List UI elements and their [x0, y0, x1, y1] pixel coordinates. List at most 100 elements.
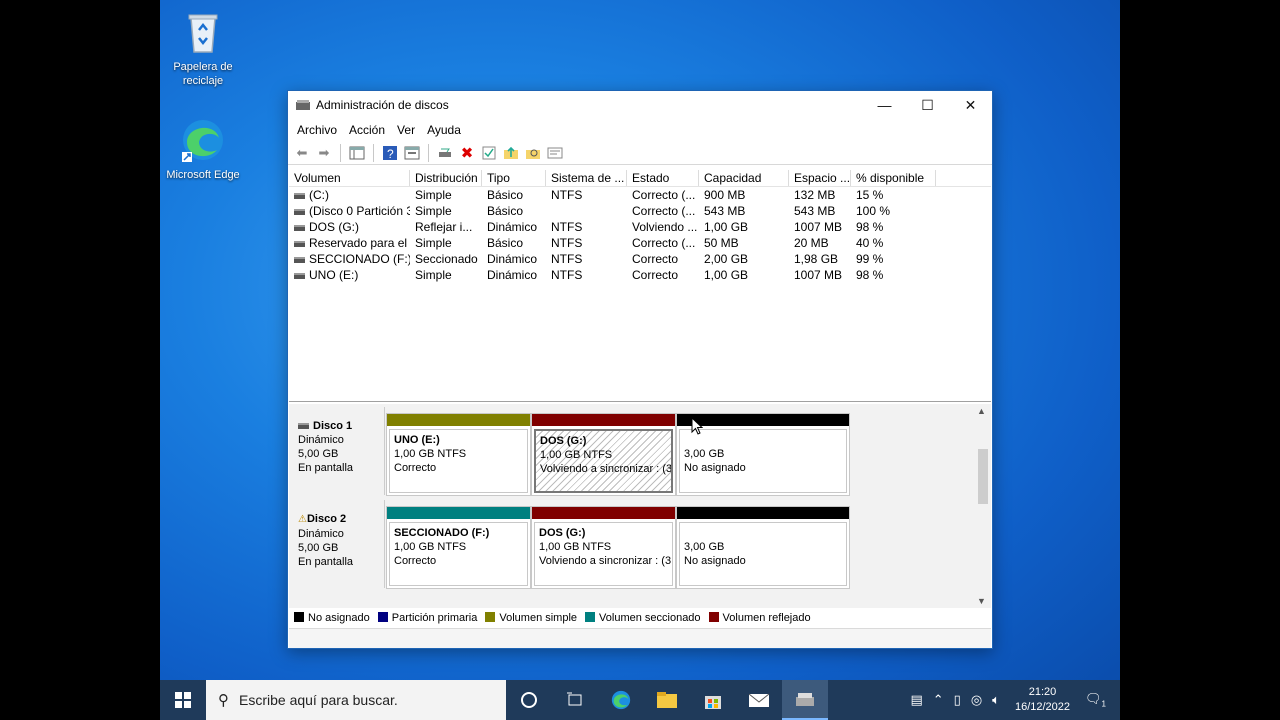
disk-2-label[interactable]: ⚠Disco 2 Dinámico 5,00 GB En pantalla — [289, 500, 385, 588]
task-view-button[interactable] — [552, 680, 598, 720]
menu-accion[interactable]: Acción — [343, 123, 391, 137]
col-disponible[interactable]: % disponible — [851, 170, 936, 186]
partition-dos-g-disk2[interactable]: DOS (G:) 1,00 GB NTFS Volviendo a sincroni… — [531, 506, 676, 589]
partition-seccionado-f[interactable]: SECCIONADO (F:) 1,00 GB NTFS Correcto — [386, 506, 531, 589]
scroll-down-icon[interactable]: ▼ — [977, 596, 986, 606]
task-view-icon — [567, 692, 582, 706]
menu-archivo[interactable]: Archivo — [291, 123, 343, 137]
warning-disk-icon: ⚠ — [298, 514, 307, 525]
legend-primary: Partición primaria — [377, 611, 477, 624]
col-sistema[interactable]: Sistema de ... — [546, 170, 627, 186]
col-tipo[interactable]: Tipo — [482, 170, 546, 186]
table-row[interactable]: UNO (E:) Simple Dinámico NTFS Correcto 1,00 … — [289, 267, 991, 283]
network-icon[interactable]: ◎ — [966, 692, 987, 708]
title-bar[interactable]: Administración de discos — ☐ ✕ — [288, 91, 992, 119]
start-button[interactable] — [160, 680, 206, 720]
scroll-thumb[interactable] — [978, 449, 988, 504]
minimize-button[interactable]: — — [863, 91, 906, 119]
volume-icon — [294, 224, 305, 231]
col-estado[interactable]: Estado — [627, 170, 699, 186]
options-icon[interactable] — [545, 143, 565, 163]
cortana-icon — [521, 692, 537, 708]
disk-pane-scrollbar[interactable]: ▲ ▼ — [975, 404, 991, 608]
volume-icon — [294, 272, 305, 279]
device-icon[interactable]: ▯ — [949, 692, 966, 708]
clock-time: 21:20 — [1028, 686, 1057, 698]
close-button[interactable]: ✕ — [949, 91, 992, 119]
partition-dos-g-disk1[interactable]: DOS (G:) 1,00 GB NTFS Volviendo a sincroni… — [531, 413, 676, 496]
menu-ver[interactable]: Ver — [391, 123, 421, 137]
news-widget-icon[interactable]: ▤ — [905, 692, 927, 708]
store-icon — [705, 696, 721, 709]
recycle-bin-label: Papelera de reciclaje — [173, 61, 233, 87]
up-folder-icon[interactable] — [501, 143, 521, 163]
clock[interactable]: 21:20 16/12/2022 — [1005, 685, 1080, 715]
taskbar: ⚲ Escribe aquí para buscar. ▤ ⌃ ▯ ◎ 🔈︎ 2… — [160, 680, 1120, 720]
checklist-icon[interactable] — [479, 143, 499, 163]
taskbar-edge[interactable] — [598, 680, 644, 720]
volume-list: Volumen Distribución Tipo Sistema de ...… — [289, 170, 991, 402]
col-volumen[interactable]: Volumen — [289, 170, 410, 186]
delete-icon[interactable]: ✖ — [457, 143, 477, 163]
mouse-cursor-icon — [691, 417, 703, 435]
taskbar-disk-management[interactable] — [782, 680, 828, 720]
help-icon[interactable]: ? — [380, 143, 400, 163]
partition-unallocated-disk2[interactable]: 3,00 GB No asignado — [676, 506, 850, 589]
status-bar — [289, 628, 991, 648]
disk-1-label[interactable]: Disco 1 Dinámico 5,00 GB En pantalla — [289, 407, 385, 495]
search-placeholder: Escribe aquí para buscar. — [239, 692, 398, 708]
toolbar: ⬅ ➡ ? ✖ — [288, 141, 992, 165]
volume-icon — [294, 240, 305, 247]
folder-icon — [657, 692, 677, 708]
taskbar-file-explorer[interactable] — [644, 680, 690, 720]
cortana-button[interactable] — [506, 680, 552, 720]
disk-graphic-pane: Disco 1 Dinámico 5,00 GB En pantalla UNO… — [289, 404, 991, 608]
disk-icon — [298, 423, 309, 430]
partition-uno-e[interactable]: UNO (E:) 1,00 GB NTFS Correcto — [386, 413, 531, 496]
scroll-up-icon[interactable]: ▲ — [977, 406, 986, 416]
legend-unallocated: No asignado — [294, 611, 370, 624]
recycle-bin-shortcut[interactable]: Papelera de reciclaje — [160, 8, 246, 88]
maximize-button[interactable]: ☐ — [906, 91, 949, 119]
search-folder-icon[interactable] — [523, 143, 543, 163]
legend-simple: Volumen simple — [485, 611, 577, 624]
chevron-up-icon[interactable]: ⌃ — [928, 692, 949, 708]
table-row[interactable]: (Disco 0 Partición 3) Simple Básico Correc… — [289, 203, 991, 219]
table-row[interactable]: Reservado para el ... Simple Básico NTFS Co… — [289, 235, 991, 251]
table-row[interactable]: (C:) Simple Básico NTFS Correcto (... 900 MB… — [289, 187, 991, 203]
table-row[interactable]: SECCIONADO (F:) Seccionado Dinámico NTFS Co… — [289, 251, 991, 267]
volume-icon — [294, 208, 305, 215]
legend: No asignado Partición primaria Volumen s… — [289, 608, 991, 627]
connect-drive-icon[interactable] — [435, 143, 455, 163]
search-icon: ⚲ — [218, 692, 229, 709]
mail-icon — [748, 693, 770, 707]
disk-management-icon — [796, 693, 814, 706]
search-box[interactable]: ⚲ Escribe aquí para buscar. — [206, 680, 506, 720]
forward-icon[interactable]: ➡ — [314, 143, 334, 163]
edge-icon — [611, 690, 631, 710]
windows-icon — [175, 692, 191, 708]
menu-ayuda[interactable]: Ayuda — [421, 123, 467, 137]
taskbar-store[interactable] — [690, 680, 736, 720]
properties-view-icon[interactable] — [402, 143, 422, 163]
volume-icon[interactable]: 🔈︎ — [987, 692, 1005, 708]
table-row[interactable]: DOS (G:) Reflejar i... Dinámico NTFS Volvie… — [289, 219, 991, 235]
volume-list-header: Volumen Distribución Tipo Sistema de ...… — [289, 170, 991, 187]
window-title: Administración de discos — [316, 98, 449, 112]
clock-date: 16/12/2022 — [1014, 701, 1071, 713]
desktop: Papelera de reciclaje Microsoft Edge Adm… — [160, 0, 1120, 720]
volume-icon — [294, 256, 305, 263]
console-tree-icon[interactable] — [347, 143, 367, 163]
menu-bar: Archivo Acción Ver Ayuda — [288, 119, 992, 141]
notification-center-icon[interactable]: 🗨︎1 — [1080, 691, 1120, 709]
col-distribucion[interactable]: Distribución — [410, 170, 482, 186]
recycle-bin-icon — [188, 14, 218, 53]
edge-icon — [182, 120, 223, 162]
disk-management-icon — [296, 100, 310, 110]
col-espacio[interactable]: Espacio ... — [789, 170, 851, 186]
disk-management-window: Administración de discos — ☐ ✕ Archivo A… — [287, 90, 993, 649]
taskbar-mail[interactable] — [736, 680, 782, 720]
back-icon[interactable]: ⬅ — [292, 143, 312, 163]
col-capacidad[interactable]: Capacidad — [699, 170, 789, 186]
edge-shortcut[interactable]: Microsoft Edge — [160, 116, 246, 182]
